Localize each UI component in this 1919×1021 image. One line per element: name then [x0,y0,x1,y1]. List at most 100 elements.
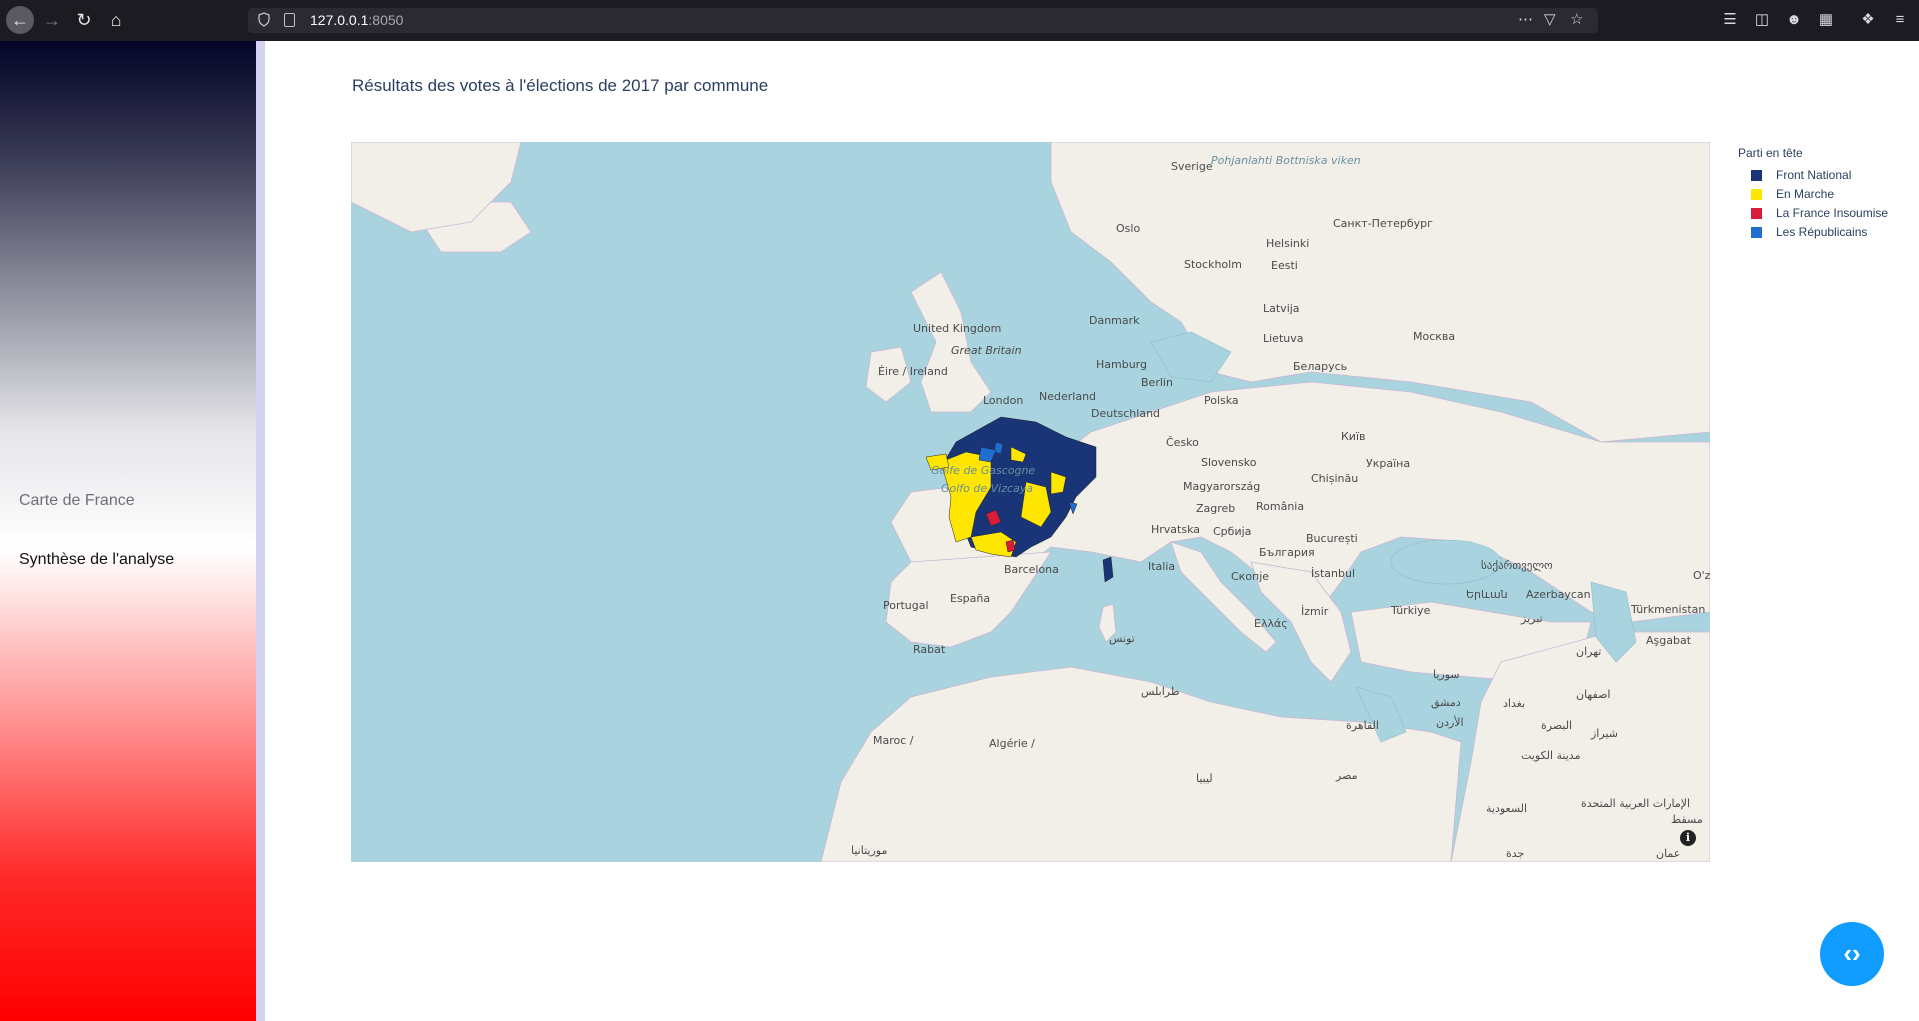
map-label-basra: البصرة [1541,719,1572,732]
map-label-stockholm: Stockholm [1184,258,1242,271]
map-label-helsinki: Helsinki [1266,237,1309,250]
back-arrow-icon[interactable]: ← [6,6,34,34]
map-info-icon[interactable]: i [1680,830,1696,846]
map-label-saudi: السعودية [1486,802,1527,815]
map-label-zagreb: Zagreb [1196,502,1235,515]
map-label-yerevan: Երևան [1466,588,1508,601]
map-label-hamburg: Hamburg [1096,358,1147,371]
map-label-golfo: Golfo de Vizcaya [941,482,1033,495]
bookmark-star-icon[interactable]: ☆ [1570,10,1583,30]
legend-label: Les Républicains [1776,225,1868,239]
map-label-sverige: Sverige [1171,160,1213,173]
page-title: Résultats des votes à l'élections de 201… [352,76,769,95]
map-label-slovensko: Slovensko [1201,456,1257,469]
map-label-kuwait: مدينة الكويت [1521,749,1581,762]
map-label-oslo: Oslo [1116,222,1140,235]
map-label-muscat: مسقط [1671,813,1703,826]
map-label-espana: España [950,592,990,605]
reload-icon[interactable]: ↻ [70,6,98,34]
home-icon[interactable]: ⌂ [102,6,130,34]
map-label-jiddah: جدة [1506,847,1524,860]
legend-item-republicains[interactable]: Les Républicains [1738,223,1888,242]
legend-label: Front National [1776,168,1852,182]
sidebar-item-synthese[interactable]: Synthèse de l'analyse [19,551,174,569]
map-label-dimashq: دمشق [1431,696,1461,710]
legend-swatch [1751,227,1762,238]
map-label-georgia: საქართველო [1481,559,1553,572]
map-label-rabat: Rabat [913,643,946,656]
map-label-portugal: Portugal [883,599,929,612]
map-label-bucuresti: București [1306,532,1358,545]
map-label-eesti: Eesti [1271,259,1298,272]
url-port: :8050 [368,12,404,28]
map-label-spb: Санкт-Петербург [1333,217,1433,230]
map-label-algerie: Algérie / [989,737,1035,750]
map-label-moskva: Москва [1413,330,1455,343]
pocket-icon[interactable]: ▽ [1544,10,1556,30]
url-text[interactable]: 127.0.0.1:8050 [310,12,403,28]
hamburger-menu-icon[interactable]: ≡ [1890,10,1910,30]
choropleth-map[interactable]: Sverige Oslo Stockholm Helsinki Санкт-Пе… [351,142,1710,862]
map-label-kyiv: Київ [1341,430,1366,443]
map-label-cesko: Česko [1166,436,1199,449]
legend-title: Parti en tête [1738,146,1803,160]
map-label-golfe: Golfe de Gascogne [931,464,1035,477]
forward-arrow-icon[interactable]: → [38,6,66,34]
map-label-romania: România [1256,500,1304,513]
url-host: 127.0.0.1 [310,12,369,28]
legend-swatch [1751,189,1762,200]
map-label-magyar: Magyarország [1183,480,1260,493]
map-label-polska: Polska [1204,394,1239,407]
map-label-baghdad: بغداد [1503,697,1525,710]
sidebar-item-carte-de-france[interactable]: Carte de France [19,492,135,510]
map-label-maroc: Maroc / [873,734,914,747]
map-label-belarus: Беларусь [1293,360,1347,373]
map-label-hrvatska: Hrvatska [1151,523,1200,536]
browser-toolbar: ← → ↻ ⌂ 127.0.0.1:8050 ⋯ ▽ ☆ ☰ ◫ ☻ ▦ ❖ ≡ [0,0,1919,41]
map-label-turkmenistan: Türkmenistan [1630,603,1705,616]
map-label-berlin: Berlin [1141,376,1173,389]
map-label-misr: مصر [1335,769,1358,782]
extension-icon[interactable]: ▦ [1816,10,1836,30]
more-actions-icon[interactable]: ⋯ [1518,10,1533,30]
map-label-srbija: Србија [1213,525,1251,538]
account-icon[interactable]: ☻ [1784,10,1804,30]
library-icon[interactable]: ☰ [1720,10,1740,30]
map-label-skopje: Скопје [1231,570,1269,583]
map-label-eire: Éire / Ireland [878,365,948,378]
map-label-italia: Italia [1148,560,1175,573]
map-label-libya: ليبيا [1196,772,1213,785]
legend-item-en-marche[interactable]: En Marche [1738,185,1888,204]
sidebar: Carte de France Synthèse de l'analyse [0,41,256,1021]
map-label-bulgaria: България [1259,546,1315,559]
map-label-tabriz: تبریز [1520,612,1543,625]
map-canvas: Sverige Oslo Stockholm Helsinki Санкт-Пе… [351,142,1710,862]
legend-item-france-insoumise[interactable]: La France Insoumise [1738,204,1888,223]
map-label-lietuva: Lietuva [1263,332,1304,345]
shield-icon [258,12,270,27]
map-label-tarabulus: طرابلس [1141,685,1180,698]
map-label-izmir: İzmir [1301,605,1329,618]
sidebar-toggle-icon[interactable]: ◫ [1752,10,1772,30]
map-label-oman: عمان [1656,847,1680,860]
map-label-suriya: سوريا [1433,668,1460,681]
map-label-istanbul: İstanbul [1311,567,1355,580]
map-label-bothnia: Pohjanlahti Bottniska viken [1211,154,1361,167]
map-label-nederland: Nederland [1039,390,1096,403]
map-label-tehran: تهران [1576,645,1601,658]
sidebar-divider [256,41,265,1021]
code-toggle-button[interactable]: ‹› [1820,922,1884,986]
legend-swatch [1751,208,1762,219]
legend-label: La France Insoumise [1776,206,1889,220]
legend-item-front-national[interactable]: Front National [1738,166,1888,185]
map-label-ukraina: Україна [1366,457,1410,470]
map-label-shiraz: شیراز [1590,727,1618,740]
extensions-puzzle-icon[interactable]: ❖ [1858,10,1878,30]
address-bar[interactable]: 127.0.0.1:8050 ⋯ ▽ ☆ [248,8,1598,33]
map-label-mauritania: موريتانيا [851,844,887,857]
map-label-azerbaycan: Azerbaycan [1526,588,1591,601]
page-icon [284,13,295,27]
map-label-gb: Great Britain [951,344,1022,357]
map-label-isfahan: اصفهان [1576,688,1610,701]
map-label-emirates: الإمارات العربية المتحدة [1581,797,1690,810]
